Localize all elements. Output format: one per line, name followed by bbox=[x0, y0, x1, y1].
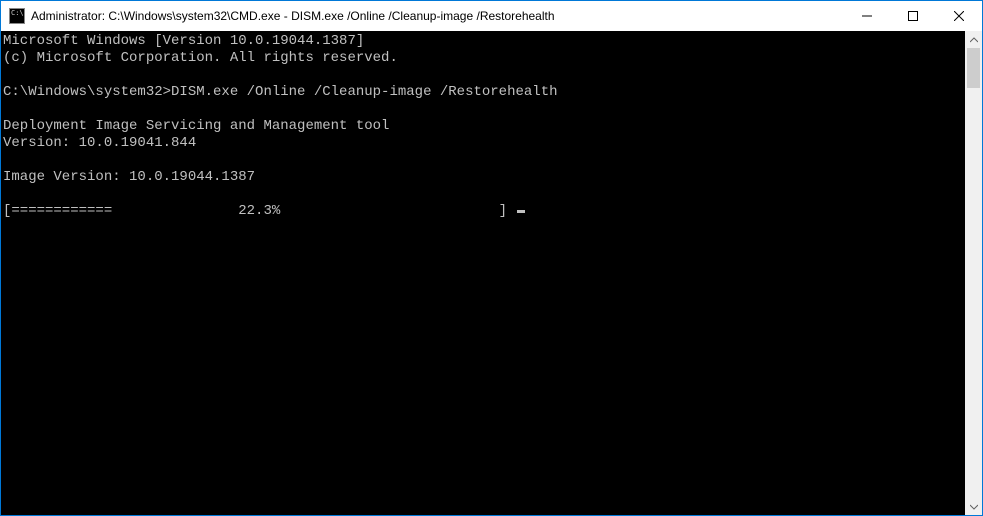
maximize-icon bbox=[908, 11, 918, 21]
console-output[interactable]: Microsoft Windows [Version 10.0.19044.13… bbox=[1, 31, 965, 515]
window-controls bbox=[844, 1, 982, 31]
scroll-down-button[interactable] bbox=[965, 498, 982, 515]
close-button[interactable] bbox=[936, 1, 982, 31]
titlebar[interactable]: Administrator: C:\Windows\system32\CMD.e… bbox=[1, 1, 982, 31]
maximize-button[interactable] bbox=[890, 1, 936, 31]
close-icon bbox=[954, 11, 964, 21]
scrollbar-thumb[interactable] bbox=[967, 48, 980, 88]
command-prompt-window: Administrator: C:\Windows\system32\CMD.e… bbox=[0, 0, 983, 516]
scroll-up-button[interactable] bbox=[965, 31, 982, 48]
chevron-down-icon bbox=[970, 503, 978, 511]
chevron-up-icon bbox=[970, 36, 978, 44]
output-line: Version: 10.0.19041.844 bbox=[3, 135, 196, 151]
cursor bbox=[517, 210, 525, 213]
output-line: (c) Microsoft Corporation. All rights re… bbox=[3, 50, 398, 66]
output-line: Microsoft Windows [Version 10.0.19044.13… bbox=[3, 33, 364, 49]
output-line: Deployment Image Servicing and Managemen… bbox=[3, 118, 389, 134]
minimize-icon bbox=[862, 11, 872, 21]
scrollbar-track[interactable] bbox=[965, 48, 982, 498]
vertical-scrollbar[interactable] bbox=[965, 31, 982, 515]
console-area: Microsoft Windows [Version 10.0.19044.13… bbox=[1, 31, 982, 515]
output-prompt-line: C:\Windows\system32>DISM.exe /Online /Cl… bbox=[3, 84, 558, 100]
cmd-icon bbox=[9, 8, 25, 24]
output-progress-line: [============ 22.3% ] bbox=[3, 203, 515, 219]
minimize-button[interactable] bbox=[844, 1, 890, 31]
output-line: Image Version: 10.0.19044.1387 bbox=[3, 169, 255, 185]
window-title: Administrator: C:\Windows\system32\CMD.e… bbox=[31, 9, 844, 23]
